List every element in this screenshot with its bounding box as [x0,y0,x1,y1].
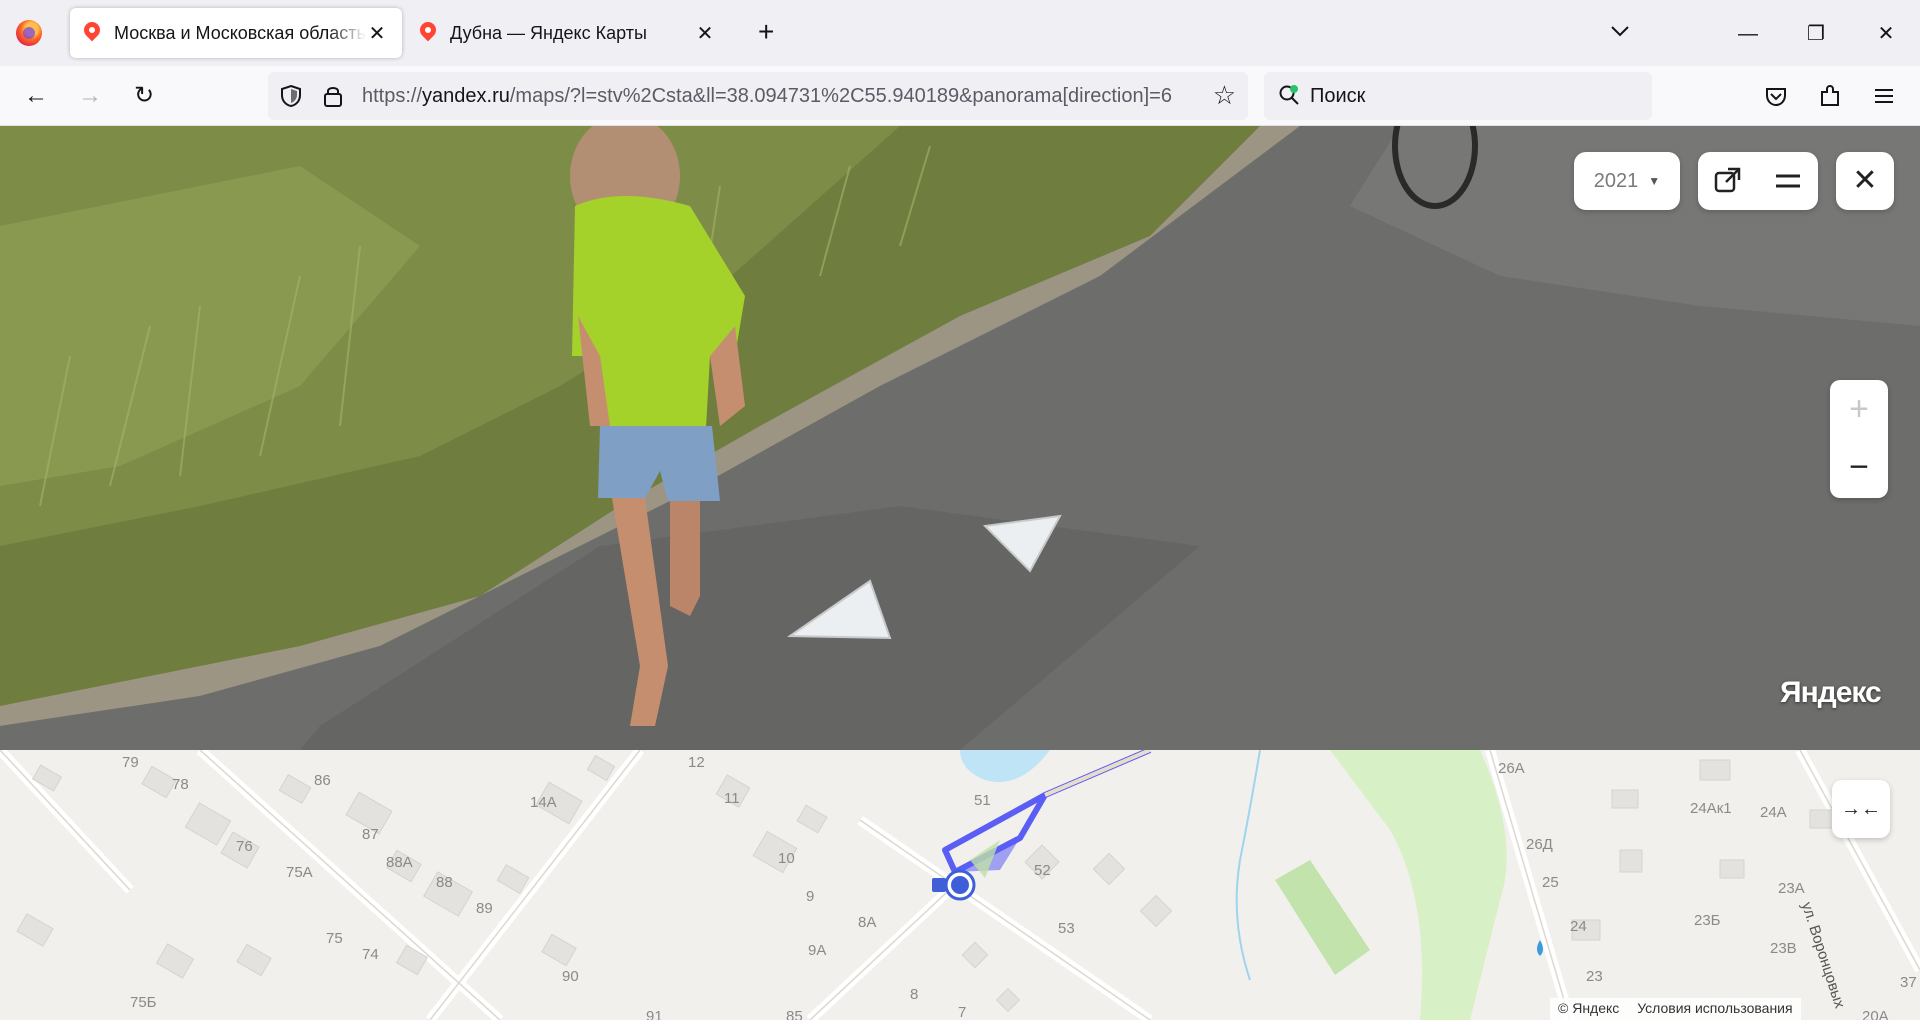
navigation-toolbar: ← → ↻ https://yandex.ru/maps/?l=stv%2Cst… [0,66,1920,126]
firefox-logo-icon[interactable] [16,20,42,46]
new-tab-button[interactable]: + [758,18,774,46]
zoom-out-button[interactable]: − [1830,438,1888,496]
terms-link[interactable]: Условия использования [1637,1000,1792,1016]
house-label: 8А [858,914,877,931]
extensions-icon[interactable] [1812,78,1848,114]
mini-map[interactable]: 79 78 86 12 11 51 26А 24Ак1 24А 14А 87 7… [0,750,1920,1020]
house-label: 76 [236,838,253,855]
house-label: 8 [910,986,919,1003]
house-label: 23А [1778,880,1805,897]
back-button[interactable]: ← [18,78,54,114]
street-panorama[interactable]: 2021 ▼ ✕ + − Яндекс [0,126,1920,750]
house-label: 88 [436,874,453,891]
year-select[interactable]: 2021 ▼ [1574,152,1680,210]
house-label: 90 [562,968,579,985]
house-label: 7 [958,1004,967,1020]
url-text[interactable]: https://yandex.ru/maps/?l=stv%2Csta&ll=3… [362,85,1192,108]
house-label: 26А [1498,760,1525,777]
house-label: 25 [1542,874,1559,891]
yandex-watermark: Яндекс [1780,676,1882,709]
forward-button[interactable]: → [72,78,108,114]
house-label: 53 [1058,920,1075,937]
house-label: 74 [362,946,379,963]
house-label: 24 [1570,918,1587,935]
house-label: 10 [778,850,795,867]
collapse-map-button[interactable]: →← [1832,780,1890,838]
search-icon [1279,85,1299,105]
reload-button[interactable]: ↻ [126,78,162,114]
house-label: 75Б [130,994,157,1011]
equals-menu-icon[interactable] [1758,152,1818,210]
house-label: 11 [724,790,740,807]
copyright-bar: © Яндекс Условия использования [1550,998,1801,1020]
url-scheme: https:// [362,85,423,107]
house-label: 85 [786,1008,803,1020]
tab-bar: Москва и Московская область ✕ Дубна — Ян… [0,0,1920,66]
house-label: 14А [530,794,557,811]
address-bar[interactable]: https://yandex.ru/maps/?l=stv%2Csta&ll=3… [268,72,1248,120]
close-panorama-button[interactable]: ✕ [1836,152,1894,210]
restore-button[interactable]: ❐ [1796,14,1836,54]
tab-title: Москва и Московская область [114,22,366,43]
house-label: 91 [646,1008,663,1020]
close-window-button[interactable]: ✕ [1866,14,1906,54]
copyright-text[interactable]: © Яндекс [1558,1000,1619,1016]
map-pin-icon [420,22,436,44]
tab-dubna[interactable]: Дубна — Яндекс Карты ✕ [406,8,730,58]
house-label: 79 [122,754,139,771]
house-label: 24А [1760,804,1787,821]
year-value: 2021 [1593,169,1639,192]
open-external-icon[interactable] [1698,152,1758,210]
house-label: 51 [974,792,991,809]
bookmark-star-icon[interactable]: ☆ [1213,82,1236,108]
zoom-control: + − [1830,380,1888,498]
menu-icon[interactable] [1866,78,1902,114]
url-path: /maps/?l=stv%2Csta&ll=38.094731%2C55.940… [509,85,1172,107]
lock-icon[interactable] [322,84,344,108]
house-label: 78 [172,776,189,793]
house-label: 9 [806,888,815,905]
map-canvas[interactable] [0,750,1920,1020]
close-tab-icon[interactable]: ✕ [694,21,716,46]
house-label: 89 [476,900,493,917]
house-label: 86 [314,772,331,789]
house-label: 87 [362,826,379,843]
house-label: 23В [1770,940,1797,957]
url-host: yandex.ru [422,85,510,107]
chevron-down-icon[interactable] [1610,22,1630,43]
search-placeholder: Поиск [1310,85,1366,107]
caret-down-icon: ▼ [1648,174,1661,188]
house-label: 20А [1862,1008,1889,1020]
house-label: 9А [808,942,827,959]
house-label: 75 [326,930,343,947]
house-label: 88А [386,854,413,871]
house-label: 23 [1586,968,1603,985]
map-pin-icon [84,22,100,44]
house-label: 24Ак1 [1690,800,1732,817]
house-label: 12 [688,754,705,771]
zoom-in-button[interactable]: + [1830,380,1888,438]
house-label: 52 [1034,862,1051,879]
house-label: 37 [1900,974,1917,991]
house-label: 75А [286,864,313,881]
house-label: 26Д [1526,836,1553,853]
panorama-image[interactable] [0,126,1920,750]
search-bar[interactable]: Поиск [1264,72,1652,120]
pocket-icon[interactable] [1758,78,1794,114]
shield-icon[interactable] [280,84,302,108]
tab-title: Дубна — Яндекс Карты [450,22,647,43]
panorama-controls [1698,152,1818,210]
close-tab-icon[interactable]: ✕ [366,21,388,46]
house-label: 23Б [1694,912,1721,929]
minimize-button[interactable]: — [1728,14,1768,54]
tab-moscow[interactable]: Москва и Московская область ✕ [70,8,402,58]
